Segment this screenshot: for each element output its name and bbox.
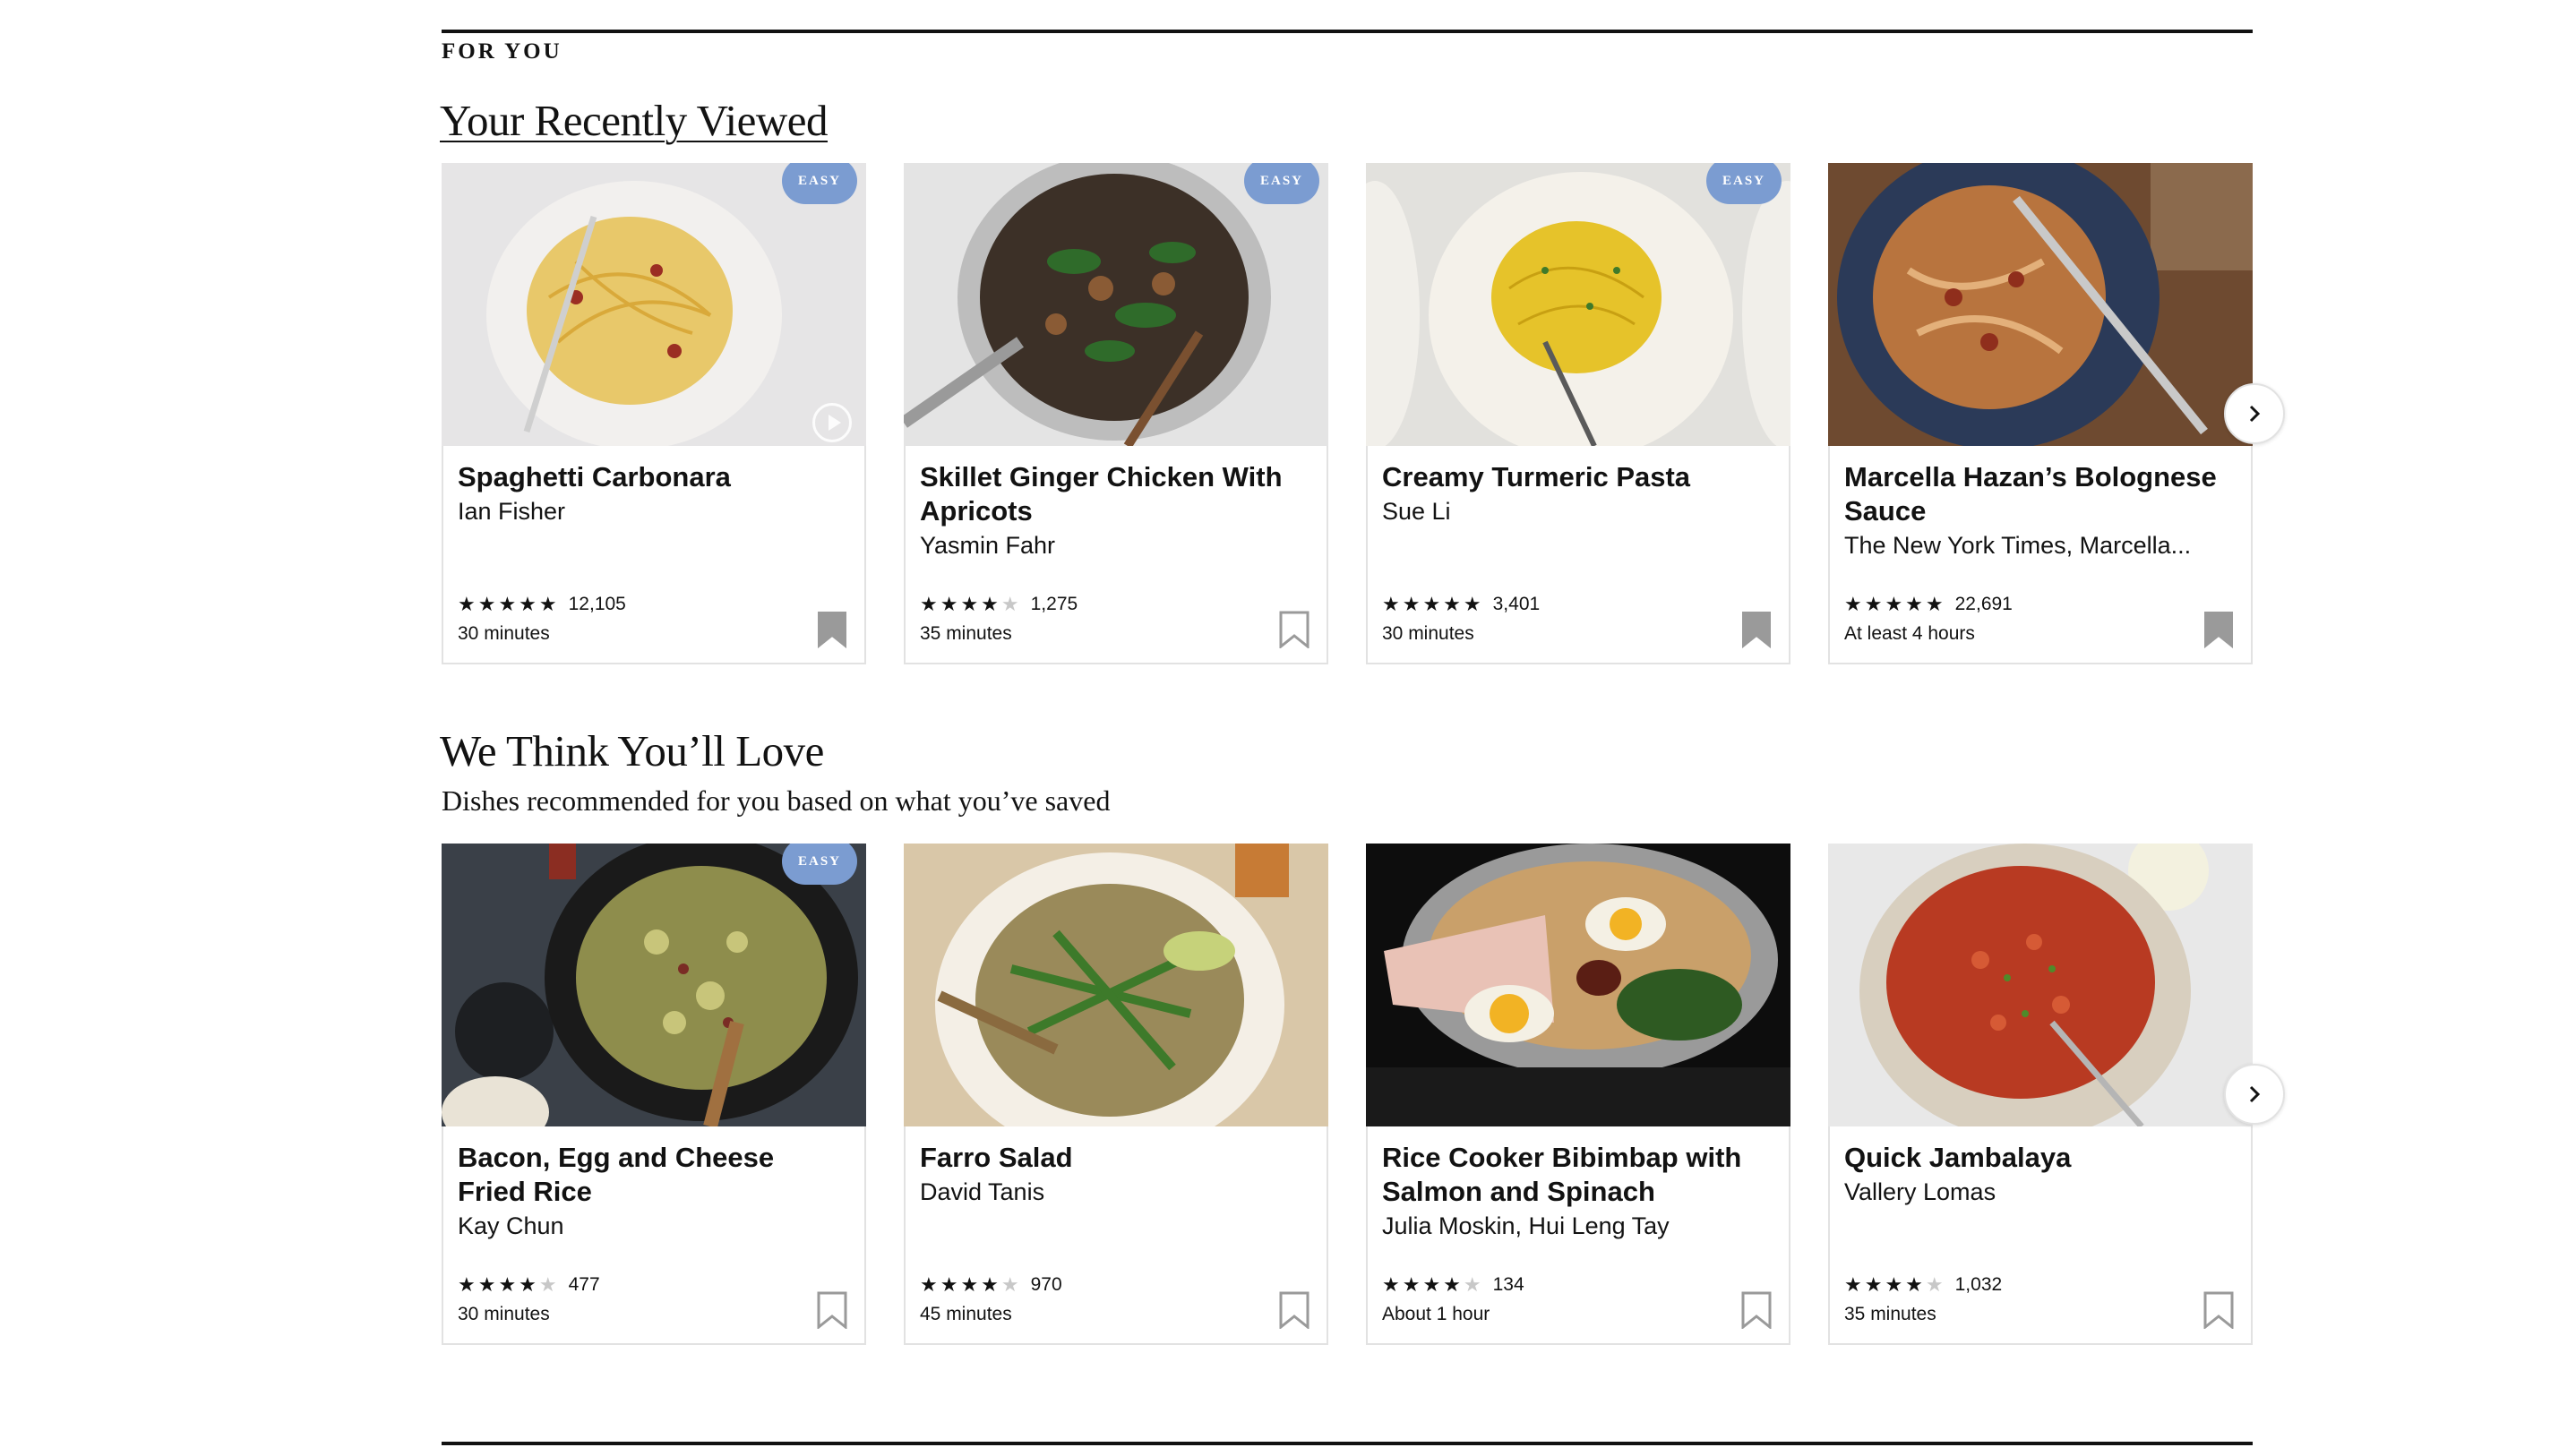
recently-viewed-carousel: EASY Spaghetti Carbonara Ian Fisher ★★★★… xyxy=(442,163,2253,664)
recipe-author: The New York Times, Marcella... xyxy=(1844,532,2192,559)
recipe-card[interactable]: Marcella Hazan’s Bolognese Sauce The New… xyxy=(1828,163,2253,664)
recipe-title[interactable]: Bacon, Egg and Cheese Fried Rice xyxy=(458,1141,834,1209)
recipe-card[interactable]: Quick Jambalaya Vallery Lomas ★★★★★ 1,03… xyxy=(1828,844,2253,1345)
recipe-title[interactable]: Farro Salad xyxy=(920,1141,1296,1175)
recipe-image[interactable]: EASY xyxy=(442,163,866,446)
star-rating: ★★★★★ xyxy=(920,593,1022,615)
star-rating: ★★★★★ xyxy=(920,1273,1022,1296)
recipe-image[interactable]: EASY xyxy=(904,163,1328,446)
star-rating: ★★★★★ xyxy=(458,1273,560,1296)
easy-badge: EASY xyxy=(782,163,857,204)
bookmark-icon[interactable] xyxy=(1741,1291,1772,1329)
cook-time: 45 minutes xyxy=(920,1304,1012,1324)
cook-time: 30 minutes xyxy=(1382,623,1474,644)
star-rating: ★★★★★ xyxy=(1382,1273,1484,1296)
rating-count: 12,105 xyxy=(568,594,626,614)
cook-time: About 1 hour xyxy=(1382,1304,1490,1324)
recipe-image[interactable] xyxy=(1366,844,1790,1126)
bookmark-icon[interactable] xyxy=(1279,1291,1309,1329)
section-kicker: FOR YOU xyxy=(442,39,562,64)
recipe-card[interactable]: EASY Creamy Turmeric Pasta Sue Li ★★★★★ … xyxy=(1366,163,1790,664)
easy-badge: EASY xyxy=(1706,163,1782,204)
recipe-card[interactable]: Rice Cooker Bibimbap with Salmon and Spi… xyxy=(1366,844,1790,1345)
recipe-image[interactable] xyxy=(1828,163,2253,446)
recipe-image[interactable]: EASY xyxy=(442,844,866,1126)
recently-viewed-heading[interactable]: Your Recently Viewed xyxy=(440,95,829,146)
rating: ★★★★★ 970 xyxy=(920,1273,1062,1297)
cook-time: 35 minutes xyxy=(920,623,1012,644)
we-think-youll-love-heading: We Think You’ll Love xyxy=(440,726,824,775)
recipe-title[interactable]: Rice Cooker Bibimbap with Salmon and Spi… xyxy=(1382,1141,1758,1209)
rating: ★★★★★ 1,275 xyxy=(920,593,1078,616)
bookmark-icon[interactable] xyxy=(2203,1291,2234,1329)
star-rating: ★★★★★ xyxy=(1844,1273,1946,1296)
section-bottom-rule xyxy=(442,1442,2253,1445)
carousel-next-button[interactable] xyxy=(2224,1064,2285,1125)
rating-count: 134 xyxy=(1492,1274,1524,1295)
rating: ★★★★★ 22,691 xyxy=(1844,593,2013,616)
rating-count: 477 xyxy=(568,1274,600,1295)
rating: ★★★★★ 477 xyxy=(458,1273,600,1297)
recipe-author: Sue Li xyxy=(1382,498,1451,525)
rating: ★★★★★ 1,032 xyxy=(1844,1273,2002,1297)
recipe-title[interactable]: Skillet Ginger Chicken With Apricots xyxy=(920,460,1296,528)
cook-time: 30 minutes xyxy=(458,623,550,644)
bookmark-icon[interactable] xyxy=(1741,611,1772,648)
rating-count: 1,275 xyxy=(1030,594,1078,614)
bookmark-icon[interactable] xyxy=(817,611,847,648)
bookmark-icon[interactable] xyxy=(817,1291,847,1329)
chevron-right-icon xyxy=(2249,405,2261,423)
bookmark-icon[interactable] xyxy=(1279,611,1309,648)
cook-time: 30 minutes xyxy=(458,1304,550,1324)
easy-badge: EASY xyxy=(782,844,857,885)
recipe-author: Yasmin Fahr xyxy=(920,532,1056,559)
rating: ★★★★★ 3,401 xyxy=(1382,593,1540,616)
recipe-image[interactable]: EASY xyxy=(1366,163,1790,446)
recipe-title[interactable]: Creamy Turmeric Pasta xyxy=(1382,460,1758,494)
recipe-author: Julia Moskin, Hui Leng Tay xyxy=(1382,1212,1670,1239)
recipe-author: Vallery Lomas xyxy=(1844,1178,1996,1205)
rating-count: 3,401 xyxy=(1492,594,1541,614)
section-subtitle: Dishes recommended for you based on what… xyxy=(442,784,1111,817)
rating-count: 970 xyxy=(1030,1274,1062,1295)
recipe-card[interactable]: EASY Bacon, Egg and Cheese Fried Rice Ka… xyxy=(442,844,866,1345)
recommended-carousel: EASY Bacon, Egg and Cheese Fried Rice Ka… xyxy=(442,844,2253,1345)
recipe-title[interactable]: Marcella Hazan’s Bolognese Sauce xyxy=(1844,460,2220,528)
rating: ★★★★★ 134 xyxy=(1382,1273,1524,1297)
recipe-author: Ian Fisher xyxy=(458,498,566,525)
recipe-card[interactable]: EASY Skillet Ginger Chicken With Apricot… xyxy=(904,163,1328,664)
recipe-author: David Tanis xyxy=(920,1178,1045,1205)
rating-count: 22,691 xyxy=(1954,594,2013,614)
recipe-title[interactable]: Spaghetti Carbonara xyxy=(458,460,834,494)
section-top-rule xyxy=(442,30,2253,33)
bookmark-icon[interactable] xyxy=(2203,611,2234,648)
star-rating: ★★★★★ xyxy=(1382,593,1484,615)
cook-time: 35 minutes xyxy=(1844,1304,1936,1324)
easy-badge: EASY xyxy=(1244,163,1319,204)
star-rating: ★★★★★ xyxy=(458,593,560,615)
recipe-card[interactable]: Farro Salad David Tanis ★★★★★ 970 45 min… xyxy=(904,844,1328,1345)
rating: ★★★★★ 12,105 xyxy=(458,593,626,616)
recipe-card[interactable]: EASY Spaghetti Carbonara Ian Fisher ★★★★… xyxy=(442,163,866,664)
play-icon[interactable] xyxy=(812,403,852,442)
carousel-next-button[interactable] xyxy=(2224,383,2285,444)
recipe-title[interactable]: Quick Jambalaya xyxy=(1844,1141,2220,1175)
chevron-right-icon xyxy=(2249,1085,2261,1103)
recipe-image[interactable] xyxy=(1828,844,2253,1126)
rating-count: 1,032 xyxy=(1954,1274,2003,1295)
cook-time: At least 4 hours xyxy=(1844,623,1975,644)
recipe-author: Kay Chun xyxy=(458,1212,564,1239)
recipe-image[interactable] xyxy=(904,844,1328,1126)
star-rating: ★★★★★ xyxy=(1844,593,1946,615)
